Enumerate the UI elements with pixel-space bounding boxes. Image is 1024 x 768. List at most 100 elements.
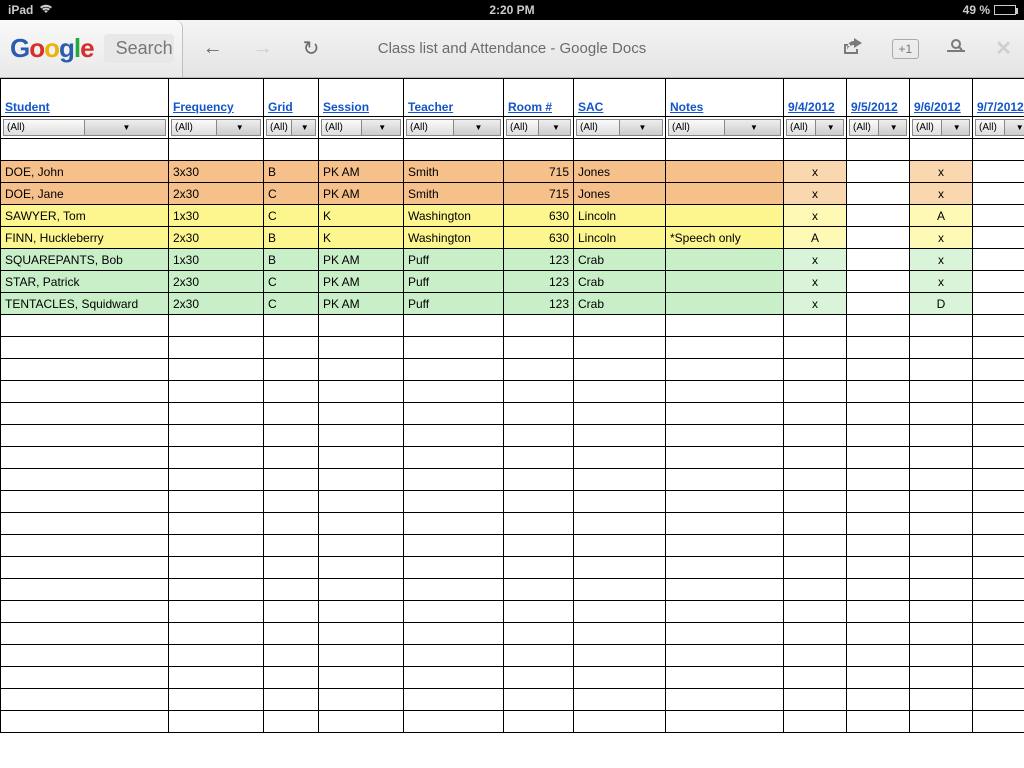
cell[interactable]: 123	[504, 271, 574, 293]
cell[interactable]: Smith	[404, 183, 504, 205]
cell[interactable]	[666, 183, 784, 205]
cell[interactable]: PK AM	[319, 183, 404, 205]
empty-row[interactable]	[1, 381, 1024, 403]
column-header[interactable]: SAC	[574, 79, 666, 117]
table-row[interactable]: DOE, Jane2x30CPK AMSmith715Jonesxx	[1, 183, 1024, 205]
plus-one-button[interactable]: +1	[892, 39, 920, 59]
empty-row[interactable]	[1, 535, 1024, 557]
cell[interactable]: A	[784, 227, 847, 249]
cell[interactable]	[847, 227, 910, 249]
empty-row[interactable]	[1, 315, 1024, 337]
cell[interactable]: C	[264, 293, 319, 315]
cell[interactable]: Puff	[404, 271, 504, 293]
column-header[interactable]: Session	[319, 79, 404, 117]
cell[interactable]: x	[784, 293, 847, 315]
cell[interactable]: x	[784, 271, 847, 293]
cell[interactable]: PK AM	[319, 271, 404, 293]
table-row[interactable]: TENTACLES, Squidward2x30CPK AMPuff123Cra…	[1, 293, 1024, 315]
cell[interactable]: 715	[504, 183, 574, 205]
cell[interactable]: x	[910, 249, 973, 271]
empty-row[interactable]	[1, 579, 1024, 601]
empty-row[interactable]	[1, 469, 1024, 491]
cell[interactable]: x	[910, 227, 973, 249]
filter-dropdown[interactable]: (All)▼	[171, 119, 261, 136]
table-row[interactable]: SQUAREPANTS, Bob1x30BPK AMPuff123Crabxx	[1, 249, 1024, 271]
cell[interactable]: STAR, Patrick	[1, 271, 169, 293]
empty-row[interactable]	[1, 689, 1024, 711]
cell[interactable]: Crab	[574, 271, 666, 293]
cell[interactable]: C	[264, 271, 319, 293]
column-header[interactable]: 9/6/2012	[910, 79, 973, 117]
empty-row[interactable]	[1, 337, 1024, 359]
empty-row[interactable]	[1, 667, 1024, 689]
cell[interactable]	[847, 271, 910, 293]
column-header[interactable]: Frequency	[169, 79, 264, 117]
cell[interactable]: C	[264, 183, 319, 205]
empty-row[interactable]	[1, 513, 1024, 535]
filter-dropdown[interactable]: (All)▼	[576, 119, 663, 136]
cell[interactable]: 630	[504, 205, 574, 227]
cell[interactable]: x	[784, 161, 847, 183]
cell[interactable]	[847, 205, 910, 227]
filter-dropdown[interactable]: (All)▼	[912, 119, 970, 136]
cell[interactable]: DOE, Jane	[1, 183, 169, 205]
cell[interactable]: Jones	[574, 183, 666, 205]
empty-row[interactable]	[1, 491, 1024, 513]
empty-row[interactable]	[1, 425, 1024, 447]
filter-dropdown[interactable]: (All)▼	[849, 119, 907, 136]
table-row[interactable]: SAWYER, Tom1x30CKWashington630LincolnxA	[1, 205, 1024, 227]
column-header[interactable]: Room #	[504, 79, 574, 117]
column-header[interactable]: 9/4/2012	[784, 79, 847, 117]
column-header[interactable]: Student	[1, 79, 169, 117]
cell[interactable]	[973, 271, 1024, 293]
cell[interactable]: A	[910, 205, 973, 227]
column-header[interactable]: Notes	[666, 79, 784, 117]
cell[interactable]	[973, 161, 1024, 183]
cell[interactable]: PK AM	[319, 249, 404, 271]
column-header[interactable]: 9/5/2012	[847, 79, 910, 117]
cell[interactable]: 1x30	[169, 249, 264, 271]
cell[interactable]	[666, 249, 784, 271]
cell[interactable]: Washington	[404, 205, 504, 227]
cell[interactable]: *Speech only	[666, 227, 784, 249]
filter-dropdown[interactable]: (All)▼	[975, 119, 1024, 136]
browser-tab[interactable]: Google Search	[0, 20, 183, 77]
cell[interactable]	[666, 293, 784, 315]
cell[interactable]: Jones	[574, 161, 666, 183]
cell[interactable]: 2x30	[169, 293, 264, 315]
filter-dropdown[interactable]: (All)▼	[506, 119, 571, 136]
spreadsheet[interactable]: StudentFrequencyGridSessionTeacherRoom #…	[0, 78, 1024, 733]
cell[interactable]: Washington	[404, 227, 504, 249]
cell[interactable]: DOE, John	[1, 161, 169, 183]
search-input[interactable]: Search	[104, 34, 174, 63]
close-button[interactable]: ✕	[995, 36, 1012, 61]
cell[interactable]	[666, 271, 784, 293]
cell[interactable]: 2x30	[169, 271, 264, 293]
cell[interactable]	[666, 205, 784, 227]
cell[interactable]: B	[264, 161, 319, 183]
cell[interactable]: 715	[504, 161, 574, 183]
cell[interactable]: 123	[504, 249, 574, 271]
table-row[interactable]: FINN, Huckleberry2x30BKWashington630Linc…	[1, 227, 1024, 249]
cell[interactable]: Crab	[574, 293, 666, 315]
cell[interactable]	[847, 161, 910, 183]
cell[interactable]	[973, 227, 1024, 249]
cell[interactable]: 2x30	[169, 227, 264, 249]
cell[interactable]	[973, 293, 1024, 315]
cell[interactable]: x	[910, 271, 973, 293]
share-icon[interactable]	[844, 38, 864, 59]
forward-button[interactable]: →	[253, 37, 273, 60]
cell[interactable]	[973, 183, 1024, 205]
cell[interactable]: Crab	[574, 249, 666, 271]
cell[interactable]: x	[910, 183, 973, 205]
cell[interactable]: D	[910, 293, 973, 315]
cell[interactable]: C	[264, 205, 319, 227]
back-button[interactable]: ←	[203, 37, 223, 60]
empty-row[interactable]	[1, 359, 1024, 381]
filter-dropdown[interactable]: (All)▼	[406, 119, 501, 136]
cell[interactable]: K	[319, 205, 404, 227]
cell[interactable]: 123	[504, 293, 574, 315]
cell[interactable]: 3x30	[169, 161, 264, 183]
cell[interactable]: Puff	[404, 249, 504, 271]
cell[interactable]: x	[784, 205, 847, 227]
